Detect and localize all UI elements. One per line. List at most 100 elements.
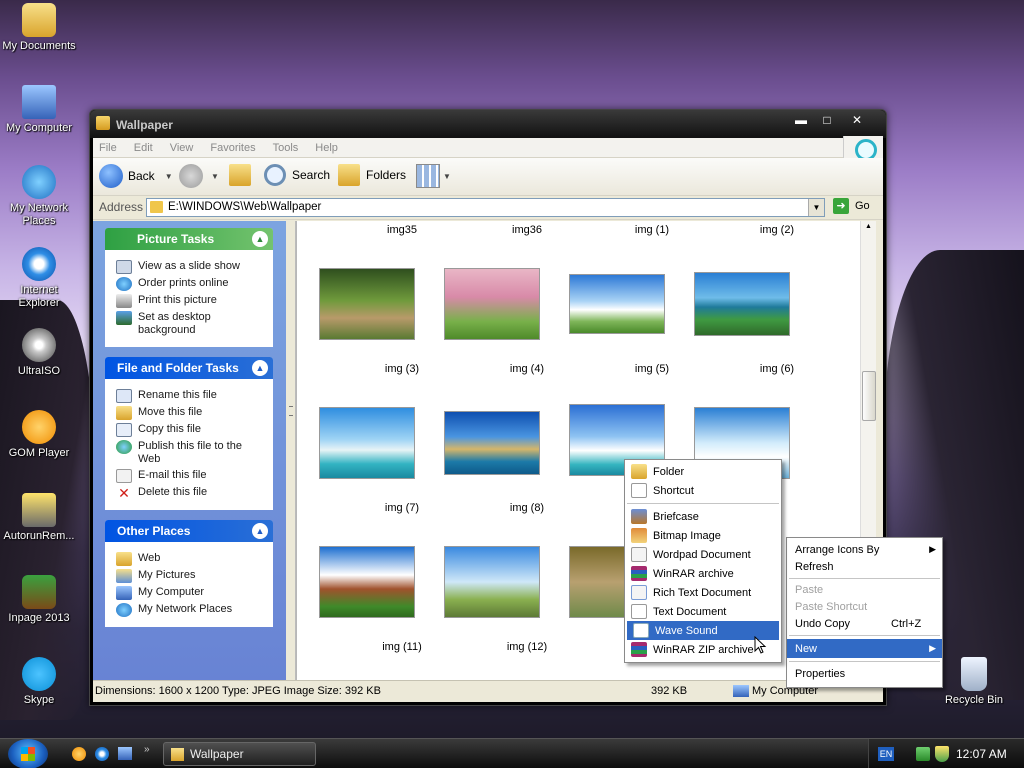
new-bitmap[interactable]: Bitmap Image [625,526,781,545]
security-shield-icon[interactable] [935,746,949,762]
quicklaunch-gom-icon[interactable] [72,747,86,761]
go-button[interactable]: ➜ Go [833,198,870,214]
collapse-icon[interactable]: ▲ [252,360,268,376]
address-dropdown-button[interactable]: ▼ [808,199,824,216]
desktop-icon-my-documents[interactable]: My Documents [0,3,79,53]
thumbnail-sky-field[interactable] [569,274,665,334]
file-label[interactable]: img (4) [472,363,582,375]
views-button[interactable]: ▼ [416,164,451,188]
address-input[interactable]: E:\WINDOWS\Web\Wallpaper ▼ [146,198,825,217]
scroll-thumb[interactable] [862,371,876,421]
thumbnail-great-wall[interactable] [444,546,540,618]
collapse-icon[interactable]: ▲ [252,231,268,247]
start-button[interactable] [8,739,48,768]
place-web[interactable]: Web [116,552,264,566]
file-label[interactable]: img (1) [597,224,707,236]
new-shortcut[interactable]: Shortcut [625,481,781,500]
new-folder[interactable]: Folder [625,462,781,481]
quicklaunch-ie-icon[interactable] [95,747,109,761]
network-tray-icon[interactable] [916,747,930,761]
back-button[interactable]: Back ▼ [99,164,173,188]
menu-help[interactable]: Help [315,142,338,154]
desktop-icon-inpage[interactable]: Inpage 2013 [0,575,79,625]
place-my-pictures[interactable]: My Pictures [116,569,264,583]
task-publish[interactable]: Publish this file to the Web [116,440,264,466]
menu-favorites[interactable]: Favorites [210,142,255,154]
clock[interactable]: 12:07 AM [956,747,1007,761]
file-label[interactable]: img (5) [597,363,707,375]
menu-edit[interactable]: Edit [134,142,153,154]
file-label[interactable]: img (2) [722,224,832,236]
file-label[interactable]: img (12) [472,641,582,653]
task-slideshow[interactable]: View as a slide show [116,260,264,274]
new-winrar[interactable]: WinRAR archive [625,564,781,583]
menu-view[interactable]: View [170,142,194,154]
task-email[interactable]: E-mail this file [116,469,264,483]
file-label[interactable]: img (7) [347,502,457,514]
place-network[interactable]: My Network Places [116,603,264,617]
up-folder-button[interactable] [229,164,251,186]
thumbnail-red-house[interactable] [319,546,415,618]
task-rename[interactable]: Rename this file [116,389,264,403]
forward-button[interactable]: ▼ [179,164,219,188]
task-copy[interactable]: Copy this file [116,423,264,437]
pane-splitter[interactable] [286,221,296,680]
menu-file[interactable]: File [99,142,117,154]
quicklaunch-desktop-icon[interactable] [118,747,132,760]
thumbnail-palm-beach[interactable] [319,407,415,479]
chevron-down-icon[interactable]: ▼ [165,172,173,181]
thumbnail-forest-path[interactable] [319,268,415,340]
panel-header[interactable]: File and Folder Tasks ▲ [105,357,273,379]
task-delete[interactable]: ✕ Delete this file [116,486,264,500]
file-label[interactable]: img (3) [347,363,457,375]
file-label[interactable]: img (6) [722,363,832,375]
file-label[interactable]: img (11) [347,641,457,653]
desktop-icon-recycle-bin[interactable]: Recycle Bin [934,657,1014,707]
desktop-icon-network[interactable]: My Network Places [0,165,79,228]
menu-item-new[interactable]: New ▶ [787,639,942,658]
status-details: Dimensions: 1600 x 1200 Type: JPEG Image… [95,685,381,697]
quicklaunch-more-icon[interactable]: » [144,744,150,755]
scroll-up-icon[interactable]: ▲ [865,223,872,230]
close-button[interactable]: ✕ [844,112,870,128]
desktop-icon-my-computer[interactable]: My Computer [0,85,79,135]
thumbnail-beach-hut[interactable] [444,411,540,475]
folders-button[interactable]: Folders [338,164,406,186]
menu-item-refresh[interactable]: Refresh [787,559,942,575]
file-label[interactable]: img36 [472,224,582,236]
file-label[interactable]: img35 [347,224,457,236]
task-move[interactable]: Move this file [116,406,264,420]
thumbnail-cherry-blossom[interactable] [444,268,540,340]
new-text-document[interactable]: Text Document [625,602,781,621]
maximize-button[interactable]: □ [814,112,840,128]
slideshow-icon [116,260,132,274]
desktop-icon-skype[interactable]: Skype [0,657,79,707]
language-indicator[interactable]: EN [878,747,894,761]
skype-icon [22,657,56,691]
menu-item-undo-copy[interactable]: Undo Copy Ctrl+Z [787,615,942,632]
desktop-icon-ultraiso[interactable]: UltraISO [0,328,79,378]
minimize-button[interactable]: ▬ [788,112,814,128]
collapse-icon[interactable]: ▲ [252,523,268,539]
file-label[interactable]: img (8) [472,502,582,514]
new-briefcase[interactable]: Briefcase [625,507,781,526]
chevron-down-icon[interactable]: ▼ [211,172,219,181]
task-print-picture[interactable]: Print this picture [116,294,264,308]
desktop-icon-autorun[interactable]: AutorunRem... [0,493,79,543]
title-bar[interactable]: Wallpaper ▬ □ ✕ [90,110,886,138]
menu-item-properties[interactable]: Properties [787,665,942,682]
desktop-icon-gom[interactable]: GOM Player [0,410,79,460]
task-order-prints[interactable]: Order prints online [116,277,264,291]
new-rtf[interactable]: Rich Text Document [625,583,781,602]
menu-item-arrange-icons[interactable]: Arrange Icons By ▶ [787,540,942,559]
panel-header[interactable]: Picture Tasks ▲ [105,228,273,250]
search-button[interactable]: Search [264,164,330,186]
panel-header[interactable]: Other Places ▲ [105,520,273,542]
menu-tools[interactable]: Tools [273,142,299,154]
thumbnail-golf-island[interactable] [694,272,790,336]
new-wordpad[interactable]: Wordpad Document [625,545,781,564]
task-set-background[interactable]: Set as desktop background [116,311,264,337]
place-my-computer[interactable]: My Computer [116,586,264,600]
desktop-icon-ie[interactable]: Internet Explorer [0,247,79,310]
taskbar-button-wallpaper[interactable]: Wallpaper [163,742,316,766]
